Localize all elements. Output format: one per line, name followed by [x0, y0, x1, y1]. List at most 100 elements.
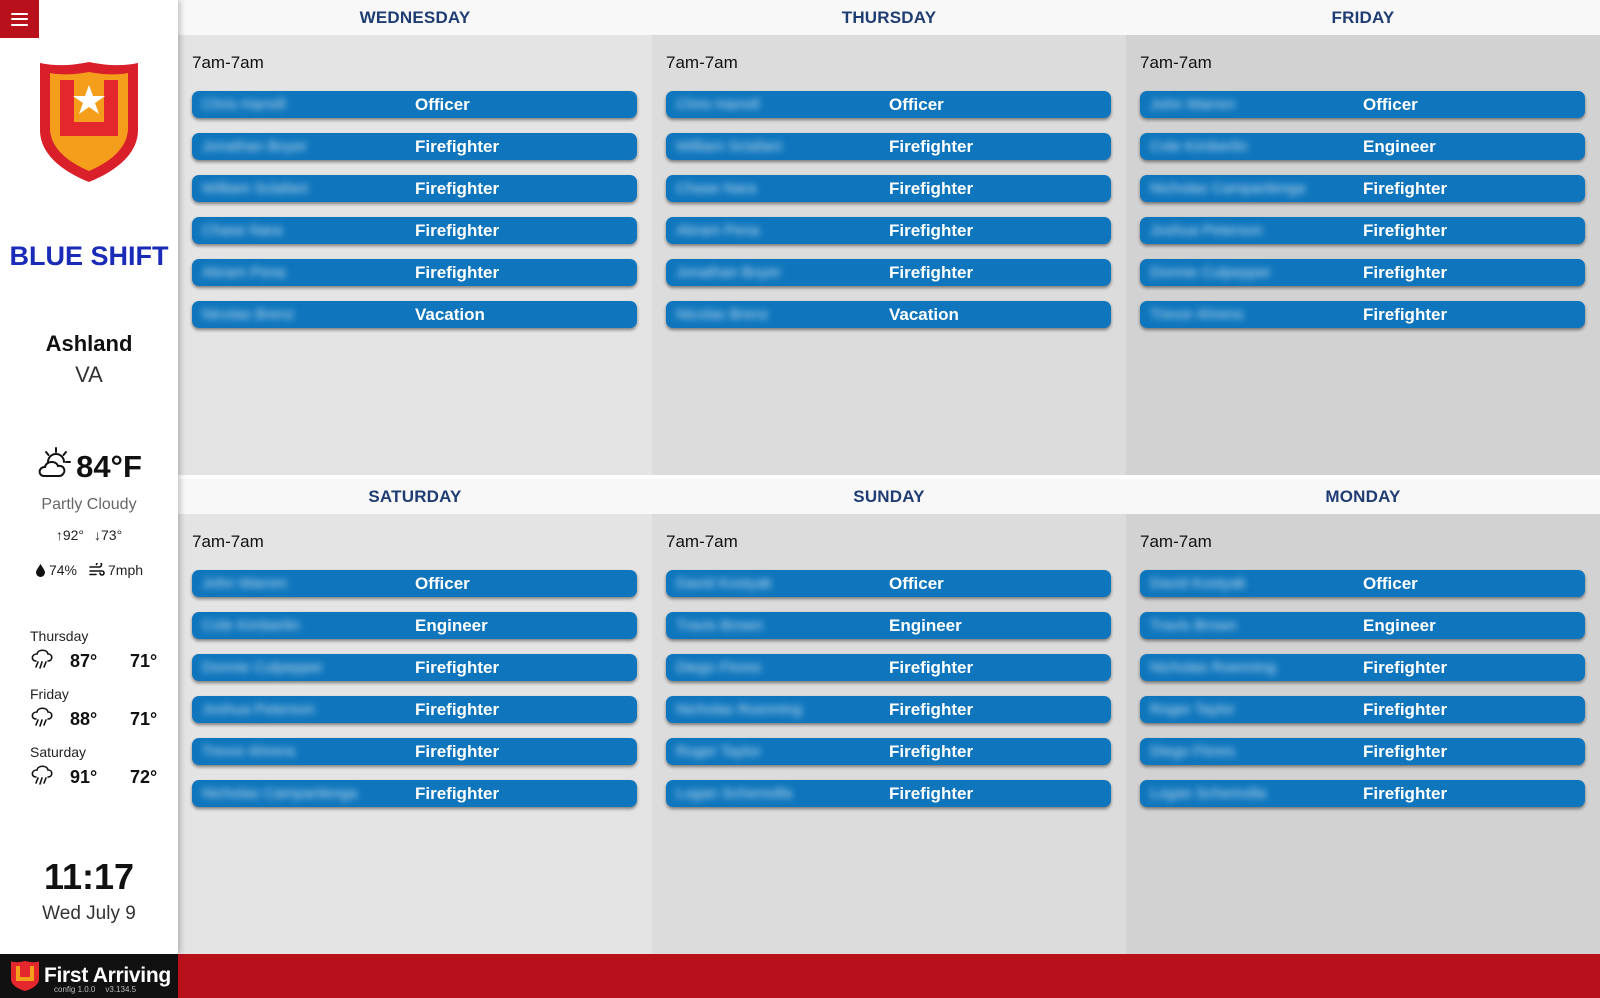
day-header: WEDNESDAY: [178, 0, 652, 35]
member-name: Cole Kimberlin: [1150, 138, 1248, 155]
member-role: Firefighter: [889, 742, 974, 761]
member-name: John Warren: [202, 575, 288, 592]
roster-row[interactable]: Chase Nara Firefighter: [192, 217, 637, 244]
roster-row[interactable]: Travis Brown Engineer: [1140, 612, 1585, 639]
member-role: Vacation: [415, 305, 485, 324]
wind-speed: 7mph: [108, 562, 144, 578]
storm-icon: [30, 706, 56, 733]
shift-time: 7am-7am: [192, 532, 264, 551]
roster-row[interactable]: William Sclafani Firefighter: [666, 133, 1111, 160]
roster-row[interactable]: Diego Flores Firefighter: [666, 654, 1111, 681]
clock-date: Wed July 9: [42, 903, 136, 924]
roster-row[interactable]: John Warren Officer: [1140, 91, 1585, 118]
member-name: Chris Harrell: [202, 96, 286, 113]
roster-row[interactable]: Nicholas Roenning Firefighter: [1140, 654, 1585, 681]
member-role: Firefighter: [415, 221, 500, 240]
roster-row[interactable]: Chase Nara Firefighter: [666, 175, 1111, 202]
roster-row[interactable]: Travis Brown Engineer: [666, 612, 1111, 639]
member-role: Firefighter: [889, 700, 974, 719]
brand-logo: First Arriving config 1.0.0 v3.134.5: [0, 954, 178, 998]
roster-row[interactable]: Chris Harrell Officer: [192, 91, 637, 118]
current-temperature: 84°F: [76, 448, 142, 484]
roster-row[interactable]: Cole Kimberlin Engineer: [192, 612, 637, 639]
member-role: Firefighter: [415, 700, 500, 719]
hamburger-icon: [11, 12, 28, 26]
member-name: Abram Pena: [676, 222, 760, 239]
member-name: Roger Taylor: [676, 743, 761, 760]
roster-row[interactable]: Jonathan Boyer Firefighter: [192, 133, 637, 160]
member-role: Firefighter: [1363, 784, 1448, 803]
roster-row[interactable]: Chris Harrell Officer: [666, 91, 1111, 118]
roster-row[interactable]: Donnie Culpepper Firefighter: [192, 654, 637, 681]
forecast-day-name: Saturday: [30, 744, 87, 760]
member-name: Nicolas Brenz: [202, 306, 295, 323]
roster-row[interactable]: Logan Schemolla Firefighter: [1140, 780, 1585, 807]
shift-time: 7am-7am: [666, 53, 738, 72]
roster-row[interactable]: Trevor Ahrens Firefighter: [192, 738, 637, 765]
member-role: Firefighter: [889, 221, 974, 240]
member-role: Firefighter: [1363, 658, 1448, 677]
roster-row[interactable]: David Kostyak Officer: [1140, 570, 1585, 597]
member-role: Firefighter: [1363, 263, 1448, 282]
member-role: Officer: [415, 95, 470, 114]
member-name: Donnie Culpepper: [202, 659, 323, 676]
member-name: Cole Kimberlin: [202, 617, 300, 634]
config-version: config 1.0.0: [54, 985, 96, 994]
roster-row[interactable]: Nicolas Brenz Vacation: [666, 301, 1111, 328]
roster-row[interactable]: John Warren Officer: [192, 570, 637, 597]
shift-time: 7am-7am: [1140, 532, 1212, 551]
roster-row[interactable]: Diego Flores Firefighter: [1140, 738, 1585, 765]
member-role: Vacation: [889, 305, 959, 324]
humidity: 74%: [48, 562, 77, 578]
member-role: Firefighter: [415, 263, 500, 282]
menu-button[interactable]: [0, 0, 39, 38]
day-column: FRIDAY 7am-7am John Warren Officer Cole Kimb…: [1126, 0, 1600, 475]
member-role: Engineer: [889, 616, 962, 635]
day-column: SUNDAY 7am-7am David Kostyak Officer Travis …: [652, 479, 1126, 954]
member-name: Travis Brown: [676, 617, 763, 634]
forecast-high: 91°: [70, 767, 98, 787]
roster-row[interactable]: Nicholas Roenning Firefighter: [666, 696, 1111, 723]
member-name: Joshua Peterson: [202, 701, 315, 718]
roster-row[interactable]: Abram Pena Firefighter: [666, 217, 1111, 244]
day-column: MONDAY 7am-7am David Kostyak Officer Travis …: [1126, 479, 1600, 954]
member-role: Officer: [1363, 574, 1418, 593]
member-name: Nicholas Roenning: [1150, 659, 1276, 676]
footer-bar: First Arriving config 1.0.0 v3.134.5: [0, 954, 1600, 998]
roster-row[interactable]: Jonathan Boyer Firefighter: [666, 259, 1111, 286]
roster-row[interactable]: Nicolas Brenz Vacation: [192, 301, 637, 328]
roster-row[interactable]: Donnie Culpepper Firefighter: [1140, 259, 1585, 286]
forecast-low: 71°: [130, 709, 158, 729]
roster-row[interactable]: Trevor Ahrens Firefighter: [1140, 301, 1585, 328]
member-role: Officer: [889, 574, 944, 593]
roster-row[interactable]: David Kostyak Officer: [666, 570, 1111, 597]
roster-row[interactable]: Roger Taylor Firefighter: [1140, 696, 1585, 723]
roster-row[interactable]: Joshua Peterson Firefighter: [1140, 217, 1585, 244]
forecast-high: 88°: [70, 709, 98, 729]
brand-shield-icon: [11, 961, 39, 991]
member-role: Firefighter: [889, 263, 974, 282]
day-header: FRIDAY: [1126, 0, 1600, 35]
member-role: Firefighter: [415, 658, 500, 677]
roster-row[interactable]: Nicholas Campanlenga Firefighter: [192, 780, 637, 807]
member-name: Jonathan Boyer: [676, 264, 782, 281]
app-version: v3.134.5: [105, 985, 137, 994]
member-name: Chris Harrell: [676, 96, 760, 113]
day-header: THURSDAY: [652, 0, 1126, 35]
clock-time: 11:17: [43, 856, 135, 897]
roster-row[interactable]: William Sclafani Firefighter: [192, 175, 637, 202]
roster-row[interactable]: Joshua Peterson Firefighter: [192, 696, 637, 723]
roster-row[interactable]: Cole Kimberlin Engineer: [1140, 133, 1585, 160]
member-name: Abram Pena: [202, 264, 286, 281]
member-role: Firefighter: [1363, 305, 1448, 324]
member-name: Chase Nara: [202, 222, 283, 239]
current-weather: 84°F: [0, 446, 178, 487]
member-role: Firefighter: [1363, 742, 1448, 761]
city-name: Ashland: [45, 331, 133, 356]
roster-row[interactable]: Roger Taylor Firefighter: [666, 738, 1111, 765]
roster-row[interactable]: Logan Schemolla Firefighter: [666, 780, 1111, 807]
roster-row[interactable]: Abram Pena Firefighter: [192, 259, 637, 286]
member-name: Chase Nara: [676, 180, 757, 197]
roster-row[interactable]: Nicholas Campanlenga Firefighter: [1140, 175, 1585, 202]
member-name: Travis Brown: [1150, 617, 1237, 634]
